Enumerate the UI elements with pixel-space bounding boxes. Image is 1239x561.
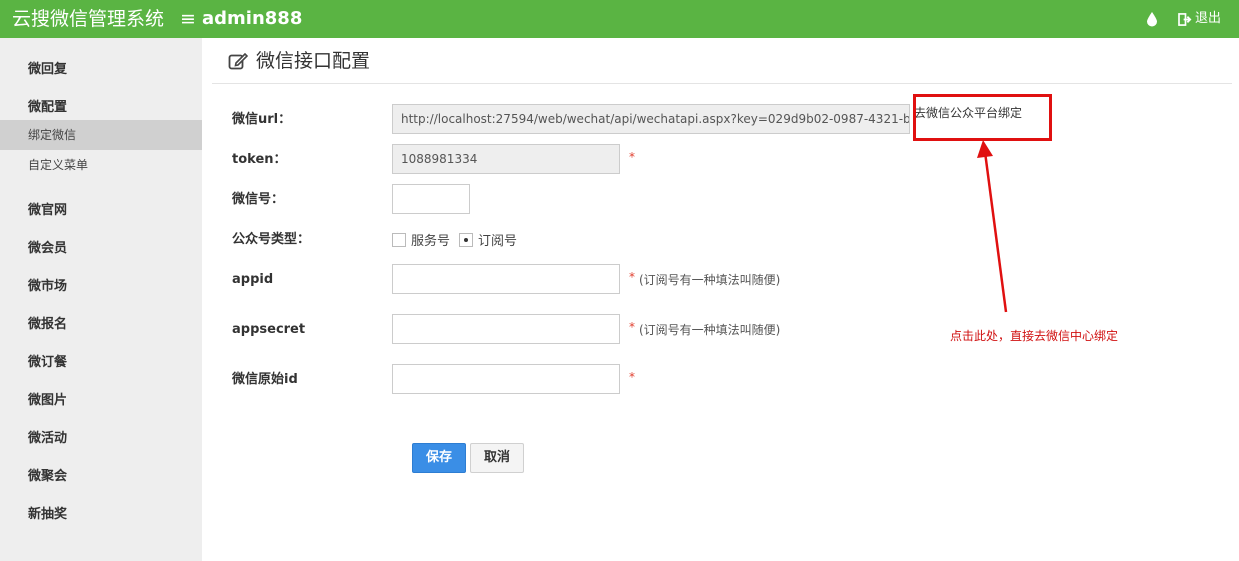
sidebar-group-activity[interactable]: 微活动 (28, 427, 67, 446)
logout-button[interactable]: 退出 (1178, 10, 1221, 28)
annotation-text: 点击此处，直接去微信中心绑定 (950, 329, 1119, 343)
wechat-id-label: 微信号： (232, 192, 285, 207)
sidebar-group-order-meal[interactable]: 微订餐 (28, 351, 67, 370)
cancel-button[interactable]: 取消 (470, 443, 524, 473)
required-mark: * (629, 270, 635, 284)
appsecret-hint: (订阅号有一种填法叫随便) (639, 323, 781, 337)
appid-field[interactable] (392, 264, 620, 294)
required-mark: * (629, 150, 635, 164)
sidebar-item-bind-wechat[interactable]: 绑定微信 (0, 120, 202, 150)
url-label: 微信url： (232, 112, 292, 127)
subscription-account-radio[interactable] (459, 232, 474, 247)
appsecret-field[interactable] (392, 314, 620, 344)
sidebar-group-market[interactable]: 微市场 (28, 275, 67, 294)
token-field[interactable]: 1088981334 (392, 144, 620, 174)
service-account-label[interactable]: 服务号 (411, 230, 450, 249)
menu-toggle-icon[interactable]: ≡ (180, 6, 196, 32)
service-account-radio[interactable] (392, 232, 406, 247)
appsecret-label: appsecret (232, 322, 306, 337)
page-title-text: 微信接口配置 (256, 50, 371, 72)
wechat-id-field[interactable] (392, 184, 470, 214)
sidebar-group-party[interactable]: 微聚会 (28, 465, 67, 484)
edit-icon (228, 52, 248, 70)
sidebar-group-website[interactable]: 微官网 (28, 199, 67, 218)
logout-label: 退出 (1195, 11, 1222, 26)
original-id-field[interactable] (392, 364, 620, 394)
sidebar-group-pictures[interactable]: 微图片 (28, 389, 67, 408)
required-mark: * (629, 370, 635, 384)
account-type-label: 公众号类型： (232, 232, 311, 247)
sidebar-item-custom-menu[interactable]: 自定义菜单 (0, 150, 202, 180)
url-field[interactable]: http://localhost:27594/web/wechat/api/we… (392, 104, 910, 134)
original-id-label: 微信原始id (232, 372, 298, 387)
account-type-radio-group: 服务号 订阅号 (392, 230, 517, 249)
sidebar-group-lottery[interactable]: 新抽奖 (28, 503, 67, 522)
appid-label: appid (232, 272, 274, 287)
required-mark: * (629, 320, 635, 334)
token-label: token： (232, 152, 287, 167)
sidebar-group-signup[interactable]: 微报名 (28, 313, 67, 332)
page-title: 微信接口配置 (228, 48, 370, 74)
annotation-arrow (977, 140, 1008, 313)
username: admin888 (202, 8, 303, 29)
theme-drop-icon[interactable] (1146, 11, 1158, 27)
top-bar: 云搜微信管理系统 ≡ admin888 退出 (0, 0, 1239, 38)
appid-hint: (订阅号有一种填法叫随便) (639, 273, 781, 287)
sidebar-group-config[interactable]: 微配置 (28, 96, 67, 115)
sidebar-group-member[interactable]: 微会员 (28, 237, 67, 256)
logout-icon (1178, 12, 1192, 26)
app-title: 云搜微信管理系统 (12, 8, 165, 30)
sidebar-group-reply[interactable]: 微回复 (28, 58, 67, 77)
save-button[interactable]: 保存 (412, 443, 466, 473)
title-divider (212, 83, 1232, 84)
subscription-account-label[interactable]: 订阅号 (478, 230, 517, 249)
